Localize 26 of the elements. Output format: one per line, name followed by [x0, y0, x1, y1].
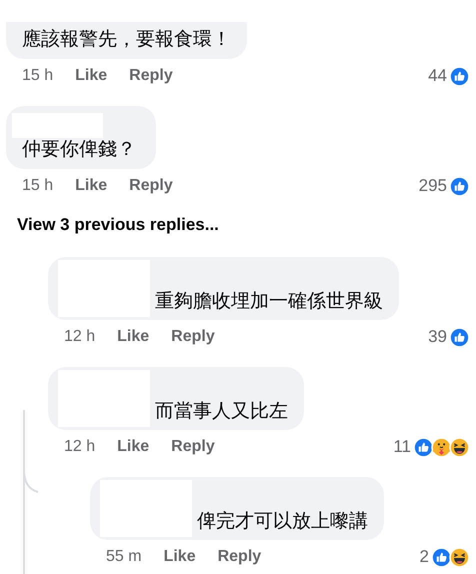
like-link[interactable]: Like	[75, 174, 108, 198]
like-link[interactable]: Like	[75, 64, 108, 88]
reaction-count: 39	[428, 326, 447, 348]
comment-text: 應該報警先，要報食環！	[22, 29, 231, 50]
reply-link[interactable]: Reply	[218, 545, 262, 569]
timestamp: 15 h	[22, 66, 54, 86]
like-link[interactable]: Like	[117, 435, 150, 459]
like-link[interactable]: Like	[164, 545, 196, 569]
comment-text: 仲要你俾錢？	[22, 138, 136, 161]
timestamp: 15 h	[22, 176, 54, 196]
comment-text: 重夠膽收埋加一確係世界級	[155, 290, 383, 313]
reply-link[interactable]: Reply	[171, 435, 215, 459]
comment-text: 而當事人又比左	[155, 400, 288, 423]
timestamp: 55 m	[106, 547, 142, 567]
reply-link[interactable]: Reply	[171, 325, 215, 349]
reaction-count: 295	[418, 175, 447, 198]
view-replies-link[interactable]: View 3 previous replies...	[17, 213, 219, 237]
like-link[interactable]: Like	[117, 325, 150, 349]
reaction-count: 44	[428, 65, 447, 88]
reaction-count: 11	[393, 436, 411, 458]
reply-link[interactable]: Reply	[129, 174, 173, 198]
reply-link[interactable]: Reply	[129, 64, 173, 88]
comment-text: 俾完才可以放上嚟講	[197, 510, 368, 533]
timestamp: 12 h	[64, 327, 96, 347]
reaction-count: 2	[420, 546, 429, 568]
timestamp: 12 h	[64, 437, 96, 457]
